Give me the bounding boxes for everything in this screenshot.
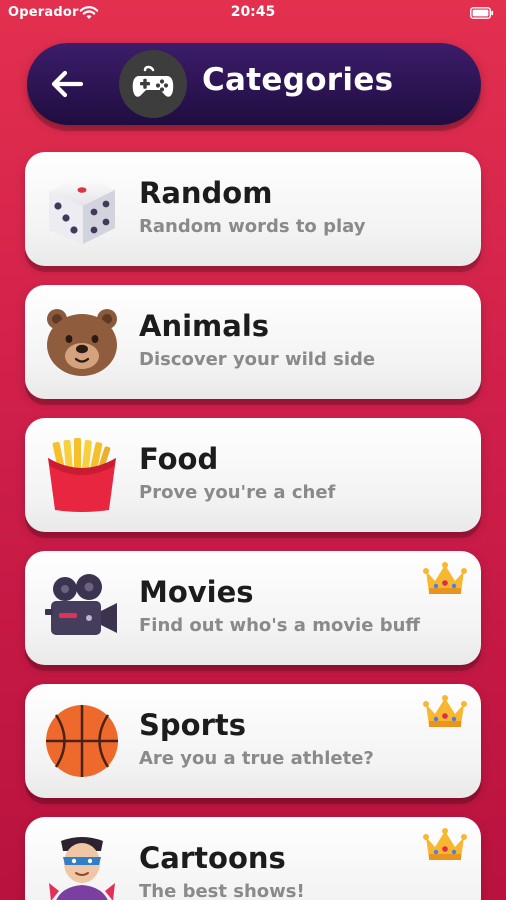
category-card-cartoons[interactable]: Cartoons The best shows! — [25, 817, 481, 900]
status-time: 20:45 — [230, 4, 276, 20]
category-card-animals[interactable]: Animals Discover your wild side — [25, 285, 481, 399]
card-title: Cartoons — [139, 841, 286, 875]
card-subtitle: Random words to play — [139, 216, 366, 237]
category-card-movies[interactable]: Movies Find out who's a movie buff — [25, 551, 481, 665]
fries-icon — [48, 438, 116, 512]
dice-icon — [49, 176, 115, 244]
battery-icon — [470, 7, 494, 19]
card-subtitle: Are you a true athlete? — [139, 748, 374, 769]
category-icon-badge — [119, 50, 187, 118]
header-bar: Categories — [27, 43, 481, 125]
card-subtitle: Find out who's a movie buff — [139, 615, 420, 636]
arrow-left-icon — [51, 70, 84, 98]
bear-icon — [47, 309, 117, 376]
card-title: Movies — [139, 575, 254, 609]
category-card-food[interactable]: Food Prove you're a chef — [25, 418, 481, 532]
crown-icon — [423, 562, 467, 594]
crown-icon — [423, 828, 467, 860]
status-bar: Operador 20:45 — [0, 0, 506, 28]
movie-camera-icon — [45, 574, 117, 635]
back-button[interactable] — [47, 66, 87, 102]
basketball-icon — [46, 705, 118, 777]
crown-icon — [423, 695, 467, 727]
card-subtitle: The best shows! — [139, 881, 305, 900]
card-title: Random — [139, 176, 273, 210]
card-subtitle: Discover your wild side — [139, 349, 376, 370]
card-title: Food — [139, 442, 219, 476]
card-title: Animals — [139, 309, 270, 343]
category-card-sports[interactable]: Sports Are you a true athlete? — [25, 684, 481, 798]
card-subtitle: Prove you're a chef — [139, 482, 336, 503]
superhero-icon — [49, 837, 115, 900]
card-title: Sports — [139, 708, 246, 742]
gamepad-icon — [132, 65, 174, 97]
category-card-random[interactable]: Random Random words to play — [25, 152, 481, 266]
page-title: Categories — [202, 62, 394, 98]
